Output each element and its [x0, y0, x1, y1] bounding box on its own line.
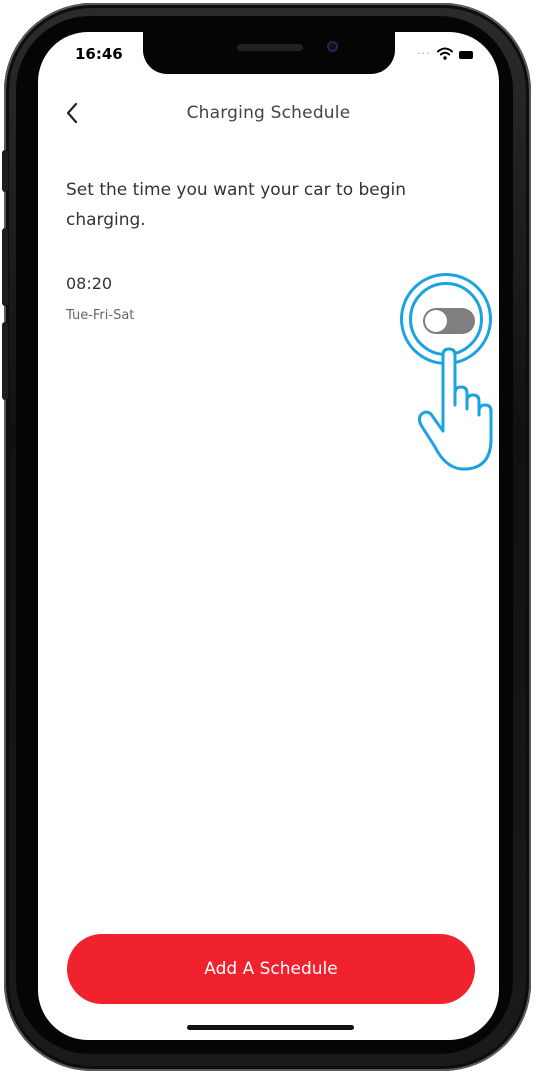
- volume-up-button: [2, 228, 8, 306]
- battery-icon: [459, 51, 473, 59]
- signal-dots: ...: [417, 44, 431, 57]
- navigation-bar: Charging Schedule: [38, 94, 499, 134]
- status-time: 16:46: [75, 45, 123, 63]
- notch: [143, 32, 395, 74]
- schedule-time: 08:20: [66, 274, 113, 293]
- schedule-description: Set the time you want your car to begin …: [66, 180, 407, 230]
- page-title: Charging Schedule: [186, 103, 351, 123]
- app-screen: 16:46 ... Charging Schedule Set the time…: [38, 32, 499, 1040]
- silent-switch: [2, 150, 8, 192]
- home-indicator[interactable]: [187, 1025, 354, 1030]
- add-schedule-button[interactable]: Add A Schedule: [67, 934, 475, 1004]
- front-camera: [327, 41, 338, 52]
- status-icons: ...: [417, 44, 477, 63]
- schedule-days: Tue-Fri-Sat: [66, 308, 135, 323]
- speaker-grille: [237, 44, 303, 51]
- wifi-icon: [437, 47, 453, 60]
- tap-indicator-inner-ring: [409, 282, 483, 356]
- volume-down-button: [2, 322, 8, 400]
- pointing-hand-icon: [417, 347, 493, 471]
